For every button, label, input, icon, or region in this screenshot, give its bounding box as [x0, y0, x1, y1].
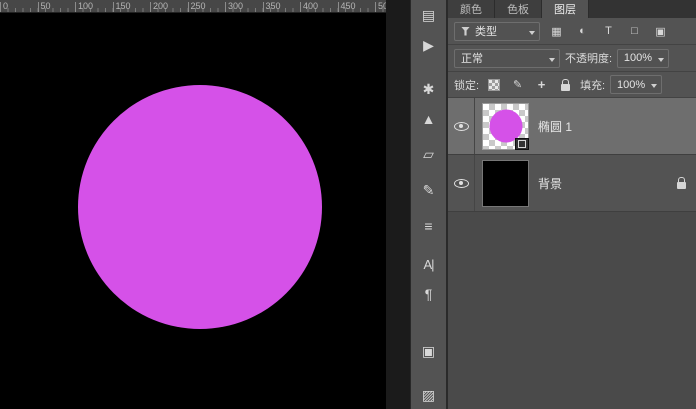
layer-row-ellipse[interactable]: 椭圆 1 [448, 98, 696, 155]
libraries-panel-icon[interactable]: ▨ [413, 381, 445, 409]
canvas-column: 0 50 100 150 200 250 300 350 400 450 500 [0, 0, 386, 409]
histogram-panel-icon[interactable]: ▲ [413, 105, 445, 133]
actions-panel-icon[interactable]: ▶ [413, 32, 445, 60]
tab-bar-filler [589, 0, 696, 18]
panel-icon-dock: ▤ ▶ ✱ ▲ ▱ ✎ ≡ A| ¶ ▣ ▨ [410, 0, 448, 409]
filter-kind-label: 类型 [475, 26, 497, 38]
layer-list: 椭圆 1 背景 [448, 98, 696, 409]
brush-icon: ✎ [512, 79, 523, 91]
opacity-select[interactable]: 100% [617, 48, 670, 68]
blend-row: 正常 不透明度: 100% [448, 45, 696, 72]
lock-position-button[interactable]: + [532, 76, 551, 94]
lock-icon [561, 78, 571, 91]
ruler-tick: 400 [300, 0, 338, 12]
lock-transparent-pixels-button[interactable] [484, 76, 503, 94]
filter-type-layers-icon[interactable]: T [599, 22, 618, 40]
layer-name[interactable]: 椭圆 1 [538, 118, 696, 135]
clone-source-panel-icon[interactable]: ≡ [413, 212, 445, 240]
ruler-tick: 450 [337, 0, 376, 12]
layer-row-background[interactable]: 背景 [448, 155, 696, 212]
checkerboard-icon [487, 78, 500, 91]
ruler-tick: 250 [187, 0, 226, 12]
ruler-tick: 0 [0, 0, 38, 12]
lock-row: 锁定: ✎ + 填充: 100% [448, 72, 696, 98]
tab-swatches[interactable]: 色板 [495, 0, 542, 18]
filter-shape-layers-icon[interactable]: □ [625, 22, 644, 40]
lock-label: 锁定: [454, 79, 480, 92]
character-panel-icon[interactable]: A| [413, 250, 445, 278]
blend-mode-value: 正常 [461, 53, 483, 65]
layer-filter-row: 类型 ▦ ◐ T □ ▣ [448, 18, 696, 45]
fill-value: 100% [616, 78, 646, 91]
visibility-toggle[interactable] [448, 98, 475, 154]
pasteboard [386, 0, 410, 409]
ruler-tick: 50 [37, 0, 76, 12]
ruler-tick: 200 [150, 0, 188, 12]
lock-icon [677, 177, 686, 189]
brush-panel-icon[interactable]: ✎ [413, 177, 445, 205]
horizontal-ruler[interactable]: 0 50 100 150 200 250 300 350 400 450 500 [0, 0, 386, 13]
layer-thumbnail[interactable] [482, 159, 529, 207]
ruler-tick: 150 [112, 0, 151, 12]
blend-mode-select[interactable]: 正常 [454, 48, 560, 68]
lock-all-button[interactable] [556, 76, 575, 94]
shape-layer-badge-icon [515, 137, 529, 150]
panel-tab-bar: 颜色 色板 图层 [448, 0, 696, 18]
filter-adjustment-layers-icon[interactable]: ◐ [573, 22, 592, 40]
filter-funnel-icon [461, 26, 470, 36]
layer-list-empty-area[interactable] [448, 212, 696, 409]
photoshop-window: 0 50 100 150 200 250 300 350 400 450 500… [0, 0, 696, 409]
layer-comps-panel-icon[interactable]: ▣ [413, 338, 445, 366]
ruler-tick: 300 [225, 0, 263, 12]
filter-pixel-layers-icon[interactable]: ▦ [547, 22, 566, 40]
navigator-panel-icon[interactable]: ▱ [413, 141, 445, 169]
layer-name[interactable]: 背景 [538, 175, 677, 192]
fill-select[interactable]: 100% [610, 75, 663, 94]
visibility-toggle[interactable] [448, 155, 475, 211]
ruler-tick: 100 [75, 0, 113, 12]
ruler-tick: 500 [375, 0, 386, 12]
magenta-ellipse[interactable] [78, 85, 322, 329]
tab-color[interactable]: 颜色 [448, 0, 495, 18]
layers-panel: 颜色 色板 图层 类型 ▦ ◐ T □ ▣ 正常 不透明度: 100% 锁定: … [448, 0, 696, 409]
tab-layers[interactable]: 图层 [542, 0, 589, 18]
opacity-value: 100% [623, 52, 653, 64]
ruler-tick: 350 [262, 0, 301, 12]
opacity-label: 不透明度: [565, 53, 613, 65]
document-canvas[interactable] [0, 13, 386, 409]
filter-smart-objects-icon[interactable]: ▣ [651, 22, 670, 40]
styles-panel-icon[interactable]: ✱ [413, 75, 445, 103]
paragraph-panel-icon[interactable]: ¶ [413, 280, 445, 308]
filter-kind-select[interactable]: 类型 [454, 21, 540, 41]
background-lock-indicator [677, 177, 686, 189]
layer-thumbnail[interactable] [482, 102, 529, 150]
fill-label: 填充: [580, 79, 606, 92]
eye-icon [453, 178, 469, 188]
move-icon: + [537, 77, 546, 92]
lock-image-pixels-button[interactable]: ✎ [508, 76, 527, 94]
adjustments-panel-icon[interactable]: ▤ [413, 2, 445, 30]
eye-icon [453, 121, 469, 131]
